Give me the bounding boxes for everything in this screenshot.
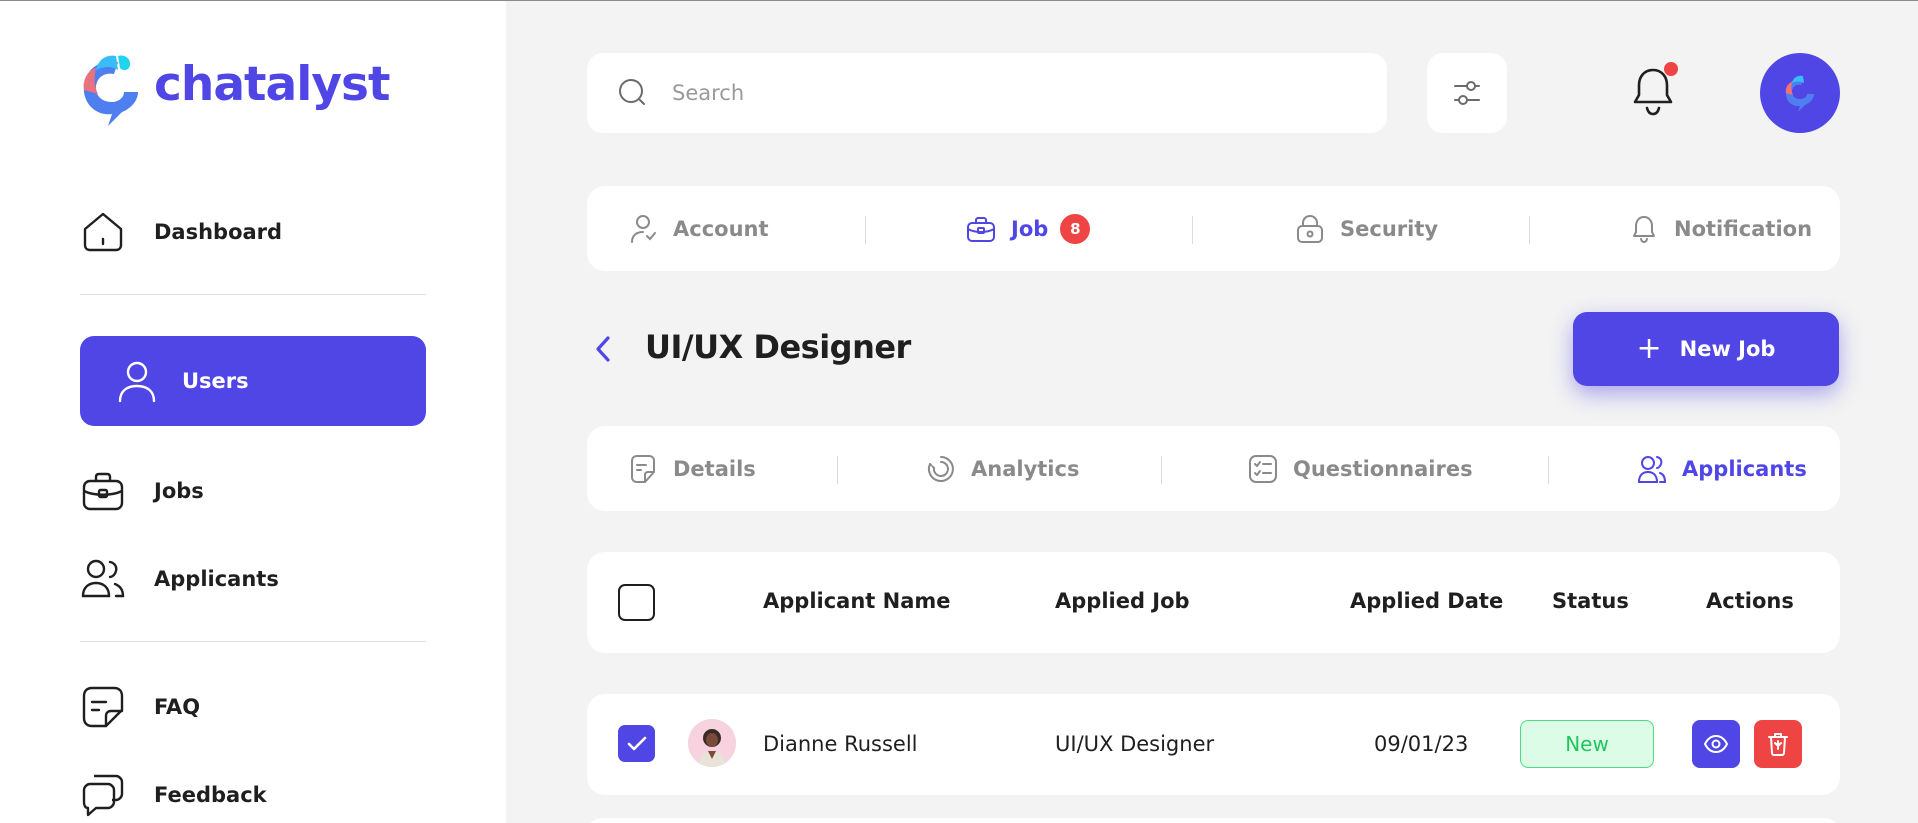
check-icon bbox=[627, 736, 646, 750]
delete-button[interactable] bbox=[1754, 720, 1802, 768]
column-applicant-name[interactable]: Applicant Name bbox=[763, 589, 951, 613]
notifications-button[interactable] bbox=[1630, 62, 1680, 122]
applied-date: 09/01/23 bbox=[1374, 732, 1469, 756]
window-top-border bbox=[0, 0, 1918, 1]
tab-account[interactable]: Account bbox=[627, 186, 769, 271]
search-icon bbox=[619, 79, 645, 105]
tab-label: Details bbox=[673, 456, 756, 481]
briefcase-icon bbox=[965, 213, 997, 245]
column-actions: Actions bbox=[1706, 589, 1794, 613]
row-checkbox[interactable] bbox=[618, 725, 655, 762]
tab-security[interactable]: Security bbox=[1294, 186, 1438, 271]
tab-separator bbox=[1529, 216, 1530, 244]
sidebar-divider bbox=[80, 641, 426, 642]
job-count-badge: 8 bbox=[1060, 213, 1091, 244]
sidebar-item-label: Jobs bbox=[154, 479, 204, 503]
analytics-icon bbox=[925, 453, 957, 485]
tab-questionnaires[interactable]: Questionnaires bbox=[1247, 426, 1473, 511]
brand-name: chatalyst bbox=[154, 56, 390, 112]
sidebar-item-label: Dashboard bbox=[154, 220, 283, 244]
new-job-button[interactable]: + New Job bbox=[1573, 312, 1839, 386]
back-button[interactable] bbox=[588, 332, 618, 366]
sidebar: chatalyst Dashboard Users Jobs Applicant… bbox=[0, 0, 506, 823]
lock-icon bbox=[1294, 213, 1326, 245]
sidebar-item-faq[interactable]: FAQ bbox=[80, 662, 426, 752]
job-tabs: Details Analytics Questionnaires Applica… bbox=[587, 426, 1840, 511]
tab-label: Analytics bbox=[971, 456, 1080, 481]
tab-separator bbox=[1192, 216, 1193, 244]
chatalyst-avatar-icon bbox=[1785, 75, 1814, 112]
checklist-icon bbox=[1247, 453, 1279, 485]
sidebar-divider bbox=[80, 294, 426, 295]
status-badge: New bbox=[1520, 720, 1654, 768]
sidebar-item-label: Feedback bbox=[154, 783, 267, 807]
table-row bbox=[587, 818, 1840, 823]
applicant-name: Dianne Russell bbox=[763, 732, 918, 756]
tab-separator bbox=[1548, 456, 1549, 484]
tab-separator bbox=[865, 216, 866, 244]
applicant-avatar bbox=[688, 719, 736, 767]
chat-icon bbox=[80, 772, 126, 818]
sidebar-item-label: FAQ bbox=[154, 695, 201, 719]
sidebar-item-label: Applicants bbox=[154, 567, 279, 591]
users-icon bbox=[80, 556, 126, 602]
briefcase-icon bbox=[80, 468, 126, 514]
note-icon bbox=[80, 684, 126, 730]
select-all-checkbox[interactable] bbox=[618, 584, 655, 621]
sidebar-item-feedback[interactable]: Feedback bbox=[80, 750, 426, 823]
plus-icon: + bbox=[1636, 331, 1662, 366]
user-icon bbox=[627, 213, 659, 245]
brand-logo[interactable]: chatalyst bbox=[78, 50, 390, 130]
sidebar-item-users[interactable]: Users bbox=[80, 336, 426, 426]
sidebar-item-label: Users bbox=[182, 369, 249, 393]
tab-separator bbox=[837, 456, 838, 484]
applied-job: UI/UX Designer bbox=[1055, 732, 1215, 756]
tab-analytics[interactable]: Analytics bbox=[925, 426, 1079, 511]
new-job-label: New Job bbox=[1679, 337, 1776, 361]
column-applied-date[interactable]: Applied Date bbox=[1350, 589, 1503, 613]
chatalyst-logo-icon bbox=[83, 55, 138, 126]
users-icon bbox=[1636, 453, 1668, 485]
tab-label: Questionnaires bbox=[1293, 456, 1473, 481]
page-title: UI/UX Designer bbox=[645, 328, 911, 366]
document-icon bbox=[627, 453, 659, 485]
tab-label: Account bbox=[673, 216, 769, 241]
sidebar-item-dashboard[interactable]: Dashboard bbox=[80, 187, 426, 277]
user-icon bbox=[114, 358, 160, 404]
table-header: Applicant Name Applied Job Applied Date … bbox=[587, 552, 1840, 653]
search-bar[interactable] bbox=[587, 53, 1387, 133]
bell-icon bbox=[1628, 213, 1660, 245]
search-input[interactable] bbox=[672, 81, 1312, 105]
sliders-icon bbox=[1454, 81, 1480, 105]
view-button[interactable] bbox=[1692, 720, 1740, 768]
tab-job[interactable]: Job 8 bbox=[965, 186, 1091, 271]
home-icon bbox=[80, 209, 126, 255]
settings-tabs: Account Job 8 Security Notification bbox=[587, 186, 1840, 271]
tab-label: Notification bbox=[1674, 216, 1813, 241]
column-status[interactable]: Status bbox=[1552, 589, 1629, 613]
table-row[interactable]: Dianne Russell UI/UX Designer 09/01/23 N… bbox=[587, 694, 1840, 795]
tab-label: Security bbox=[1340, 216, 1439, 241]
sidebar-item-jobs[interactable]: Jobs bbox=[80, 446, 426, 536]
filter-button[interactable] bbox=[1427, 53, 1507, 133]
sidebar-item-applicants[interactable]: Applicants bbox=[80, 534, 426, 624]
notification-dot bbox=[1664, 62, 1678, 76]
tab-separator bbox=[1161, 456, 1162, 484]
tab-notification[interactable]: Notification bbox=[1628, 186, 1812, 271]
tab-applicants[interactable]: Applicants bbox=[1636, 426, 1807, 511]
eye-icon bbox=[1703, 734, 1729, 754]
tab-label: Job bbox=[1011, 216, 1049, 241]
profile-avatar[interactable] bbox=[1760, 53, 1840, 133]
tab-label: Applicants bbox=[1682, 456, 1807, 481]
tab-details[interactable]: Details bbox=[627, 426, 756, 511]
trash-icon bbox=[1768, 733, 1788, 756]
column-applied-job[interactable]: Applied Job bbox=[1055, 589, 1190, 613]
chevron-left-icon bbox=[596, 336, 610, 362]
